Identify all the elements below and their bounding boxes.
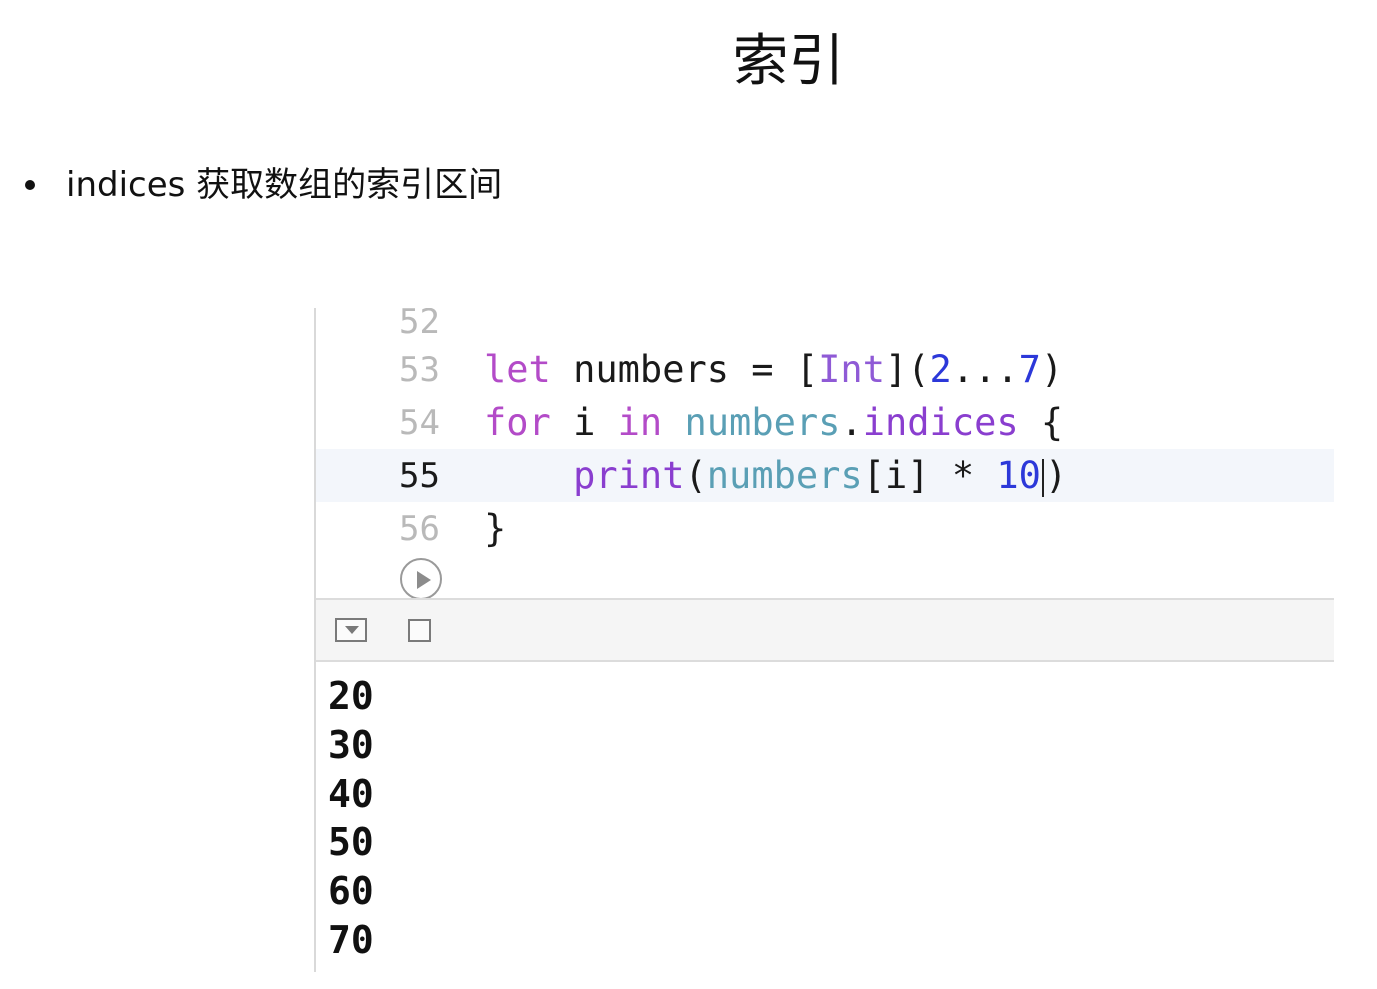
- code-line-55: 55 print(numbers[i] * 10): [316, 449, 1334, 502]
- hide-debug-area-icon: [345, 626, 359, 634]
- property-token: indices: [862, 401, 1019, 444]
- code-text: print(numbers[i] * 10): [484, 454, 1067, 497]
- hide-debug-area-button[interactable]: [335, 618, 367, 642]
- function-token: print: [573, 454, 685, 497]
- plain-token: .: [840, 401, 863, 444]
- line-number: 53: [399, 349, 440, 390]
- text-cursor: [1041, 458, 1044, 497]
- slide-title: 索引: [732, 29, 845, 94]
- code-editor[interactable]: 52 53 let numbers = [Int](2...7) 54 for …: [316, 308, 1334, 598]
- number-token: 2: [929, 348, 952, 391]
- plain-token: ...: [951, 348, 1019, 391]
- bullet-text: indices 获取数组的索引区间: [66, 165, 503, 205]
- clear-console-button[interactable]: [408, 619, 431, 642]
- code-line-53: 53 let numbers = [Int](2...7): [316, 343, 1334, 396]
- line-number: 56: [399, 508, 440, 549]
- code-line-52: 52: [316, 308, 1334, 348]
- bullet-item: indices 获取数组的索引区间: [20, 160, 502, 210]
- plain-token: {: [1018, 401, 1064, 444]
- playground-panel: 52 53 let numbers = [Int](2...7) 54 for …: [314, 308, 1334, 972]
- console-output[interactable]: 20 30 40 50 60 70: [328, 660, 1318, 970]
- code-text: let numbers = [Int](2...7): [484, 348, 1063, 391]
- plain-token: ): [1044, 454, 1068, 497]
- play-icon: [417, 571, 431, 589]
- console-line: 50: [328, 820, 374, 865]
- plain-token: ](: [884, 348, 930, 391]
- console-line: 20: [328, 674, 374, 718]
- console-line: 70: [328, 917, 374, 962]
- code-text: }: [484, 507, 506, 550]
- plain-token: }: [484, 507, 507, 550]
- run-button[interactable]: [400, 558, 442, 598]
- number-token: 10: [996, 454, 1041, 497]
- line-number: 52: [399, 308, 440, 342]
- line-number: 55: [399, 455, 440, 496]
- number-token: 7: [1018, 348, 1041, 391]
- console-line: 40: [328, 771, 374, 816]
- variable-token: numbers: [684, 401, 841, 444]
- code-text: for i in numbers.indices {: [484, 401, 1063, 444]
- indent-token: [484, 454, 573, 497]
- type-token: Int: [818, 348, 885, 391]
- line-number: 54: [399, 402, 440, 443]
- code-line-56: 56 }: [316, 502, 1334, 555]
- keyword-token: let: [484, 348, 551, 391]
- console-line: 60: [328, 869, 374, 914]
- code-line-54: 54 for i in numbers.indices {: [316, 396, 1334, 449]
- console-line: 30: [328, 722, 374, 767]
- variable-token: numbers: [706, 454, 863, 497]
- plain-token: i: [550, 401, 618, 444]
- bullet-dot-icon: [25, 180, 35, 190]
- plain-token: numbers = [: [550, 348, 819, 391]
- plain-token: (: [684, 454, 707, 497]
- keyword-token: in: [617, 401, 663, 444]
- debug-bar: [316, 598, 1334, 662]
- keyword-token: for: [484, 401, 551, 444]
- plain-token: [i] *: [862, 454, 997, 497]
- plain-token: ): [1040, 348, 1064, 391]
